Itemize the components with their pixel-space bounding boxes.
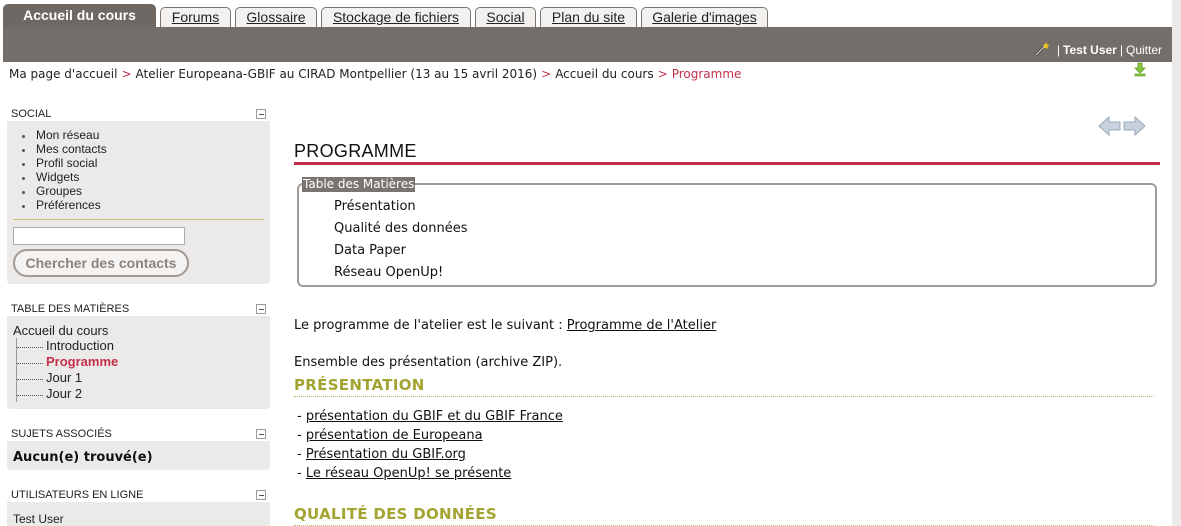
list-item: - présentation de Europeana xyxy=(297,426,563,445)
tab-social[interactable]: Social xyxy=(475,7,536,27)
programme-link[interactable]: Programme de l'Atelier xyxy=(567,318,717,333)
breadcrumb: Ma page d'accueil > Atelier Europeana-GBIF… xyxy=(9,67,741,81)
toc-item-programme[interactable]: Programme xyxy=(13,354,270,370)
toc-link-presentation[interactable]: Présentation xyxy=(334,198,468,220)
toc-item-jour-1[interactable]: Jour 1 xyxy=(13,370,270,386)
list-item: - présentation du GBIF et du GBIF France xyxy=(297,407,563,426)
social-item-groupes[interactable]: Groupes xyxy=(21,184,270,198)
collapse-icon[interactable] xyxy=(256,304,266,314)
magic-wand-icon[interactable] xyxy=(1034,41,1050,57)
social-title: SOCIAL xyxy=(11,108,52,120)
social-menu: Mon réseau Mes contacts Profil social Wi… xyxy=(7,122,270,212)
toc-item-introduction[interactable]: Introduction xyxy=(13,338,270,354)
breadcrumb-course-home[interactable]: Accueil du cours xyxy=(555,67,653,81)
user-bar: | Test User | Quitter xyxy=(1034,41,1162,57)
next-arrow-icon[interactable] xyxy=(1123,116,1146,136)
online-title: UTILISATEURS EN LIGNE xyxy=(11,489,144,501)
tab-forums[interactable]: Forums xyxy=(160,7,231,27)
link-openup[interactable]: Le réseau OpenUp! se présente xyxy=(306,466,511,481)
page-navigation xyxy=(1098,116,1146,136)
userbar-separator-2: | xyxy=(1119,43,1123,57)
list-dash: - xyxy=(297,428,302,443)
social-item-mes-contacts[interactable]: Mes contacts xyxy=(21,142,270,156)
title-rule xyxy=(294,162,1160,165)
tab-glossaire[interactable]: Glossaire xyxy=(235,7,317,27)
tab-plan-du-site[interactable]: Plan du site xyxy=(540,7,637,27)
username-link[interactable]: Test User xyxy=(1063,43,1117,57)
breadcrumb-arrow: > xyxy=(657,67,668,81)
collapse-icon[interactable] xyxy=(256,429,266,439)
divider xyxy=(13,219,264,220)
related-title: SUJETS ASSOCIÉS xyxy=(11,428,112,440)
breadcrumb-arrow: > xyxy=(121,67,132,81)
social-block: SOCIAL Mon réseau Mes contacts Profil so… xyxy=(7,106,270,284)
archive-text: Ensemble des présentation (archive ZIP). xyxy=(294,355,563,370)
tab-stockage-de-fichiers[interactable]: Stockage de fichiers xyxy=(321,7,471,27)
related-empty-text: Aucun(e) trouvé(e) xyxy=(13,450,153,465)
breadcrumb-arrow: > xyxy=(541,67,552,81)
userbar-separator: | xyxy=(1056,43,1061,57)
list-dash: - xyxy=(297,409,302,424)
toc-tree: Accueil du cours Introduction Programme … xyxy=(7,317,270,402)
toc-block: TABLE DES MATIÈRES Accueil du cours Intr… xyxy=(7,301,270,409)
list-dash: - xyxy=(297,447,302,462)
list-dash: - xyxy=(297,466,302,481)
collapse-icon[interactable] xyxy=(256,109,266,119)
related-block-title: SUJETS ASSOCIÉS xyxy=(7,426,270,442)
header-band: | Test User | Quitter xyxy=(3,27,1174,62)
online-user[interactable]: Test User xyxy=(7,503,270,526)
online-users-block: UTILISATEURS EN LIGNE Test User xyxy=(7,487,270,526)
toc-link-qualite[interactable]: Qualité des données xyxy=(334,220,468,242)
social-item-preferences[interactable]: Préférences xyxy=(21,198,270,212)
link-europeana[interactable]: présentation de Europeana xyxy=(306,428,483,443)
breadcrumb-course[interactable]: Atelier Europeana-GBIF au CIRAD Montpell… xyxy=(136,67,538,81)
intro-paragraph: Le programme de l'atelier est le suivant… xyxy=(294,318,716,333)
toc-item-jour-2[interactable]: Jour 2 xyxy=(13,386,270,402)
page-title: PROGRAMME xyxy=(294,141,417,161)
toc-links: Présentation Qualité des données Data Pa… xyxy=(334,198,468,286)
related-block: SUJETS ASSOCIÉS Aucun(e) trouvé(e) xyxy=(7,426,270,470)
toc-title: TABLE DES MATIÈRES xyxy=(11,303,130,315)
tab-galerie-d-images[interactable]: Galerie d'images xyxy=(641,7,768,27)
previous-arrow-icon[interactable] xyxy=(1098,116,1121,136)
toc-block-title: TABLE DES MATIÈRES xyxy=(7,301,270,317)
breadcrumb-current: Programme xyxy=(671,67,742,81)
logout-link[interactable]: Quitter xyxy=(1126,43,1162,57)
page-gutter xyxy=(1172,0,1181,526)
contact-search-input[interactable] xyxy=(13,227,185,245)
presentation-links: - présentation du GBIF et du GBIF France… xyxy=(297,407,563,483)
social-block-title: SOCIAL xyxy=(7,106,270,122)
toc-link-openup[interactable]: Réseau OpenUp! xyxy=(334,264,468,286)
list-item: - Le réseau OpenUp! se présente xyxy=(297,464,563,483)
link-gbif-france[interactable]: présentation du GBIF et du GBIF France xyxy=(306,409,563,424)
toc-legend: Table des Matières xyxy=(302,177,416,192)
breadcrumb-home[interactable]: Ma page d'accueil xyxy=(9,67,117,81)
table-of-contents: Table des Matières Présentation Qualité … xyxy=(297,177,1157,287)
social-item-mon-reseau[interactable]: Mon réseau xyxy=(21,128,270,142)
toc-link-data-paper[interactable]: Data Paper xyxy=(334,242,468,264)
search-contacts-button[interactable]: Chercher des contacts xyxy=(13,249,189,277)
social-item-profil-social[interactable]: Profil social xyxy=(21,156,270,170)
collapse-icon[interactable] xyxy=(256,490,266,500)
toc-root[interactable]: Accueil du cours xyxy=(13,323,270,338)
list-item: - Présentation du GBIF.org xyxy=(297,445,563,464)
intro-text: Le programme de l'atelier est le suivant… xyxy=(294,318,563,333)
section-heading-presentation: PRÉSENTATION xyxy=(294,376,1154,397)
tab-accueil-du-cours[interactable]: Accueil du cours xyxy=(3,4,156,27)
download-icon[interactable] xyxy=(1133,62,1147,78)
tab-bar: Accueil du cours Forums Glossaire Stocka… xyxy=(0,0,1174,27)
section-heading-qualite: QUALITÉ DES DONNÉES xyxy=(294,505,1154,526)
link-gbif-org[interactable]: Présentation du GBIF.org xyxy=(306,447,466,462)
online-block-title: UTILISATEURS EN LIGNE xyxy=(7,487,270,503)
social-item-widgets[interactable]: Widgets xyxy=(21,170,270,184)
